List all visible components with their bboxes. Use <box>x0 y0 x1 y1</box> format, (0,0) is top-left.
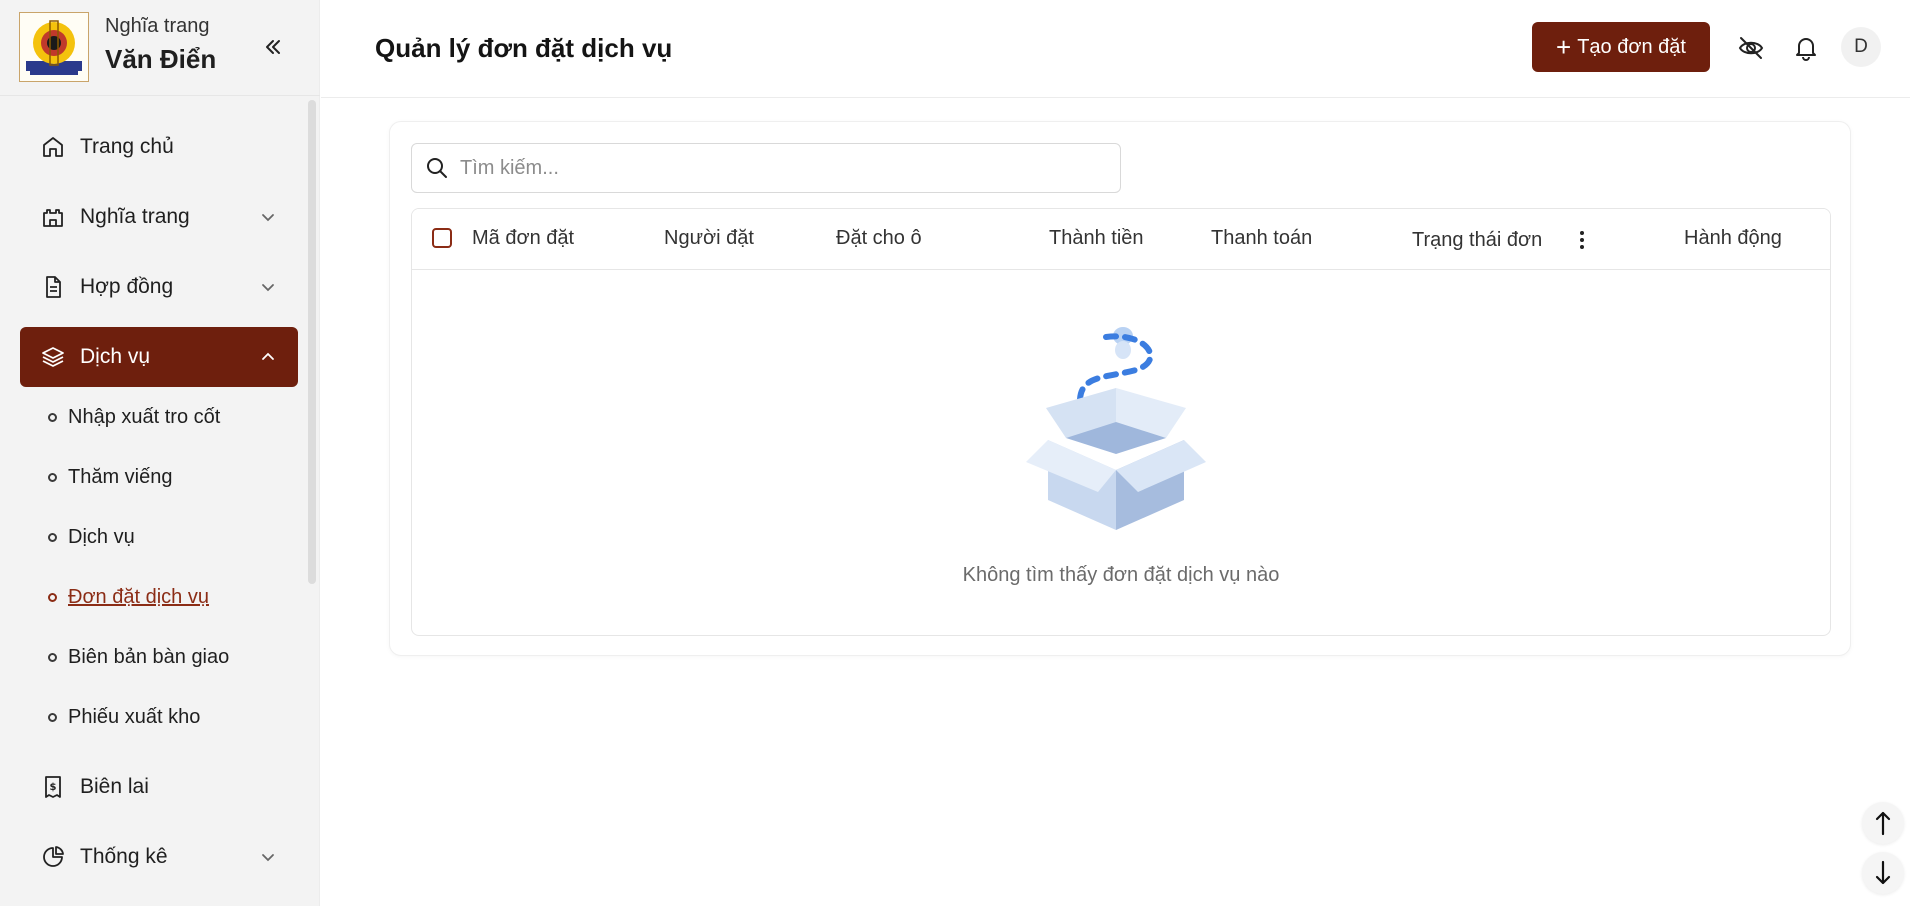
column-header-payment[interactable]: Thanh toán <box>1211 227 1312 250</box>
search-input[interactable] <box>460 156 1100 180</box>
top-header: Quản lý đơn đặt dịch vụ + Tạo đơn đặt D <box>321 0 1910 98</box>
sidebar-item-label: Thống kê <box>80 845 168 868</box>
submenu-item-warehouse-slips[interactable]: Phiếu xuất kho <box>48 700 200 734</box>
submenu-item-handover-records[interactable]: Biên bản bàn giao <box>48 640 229 674</box>
chevron-up-icon <box>258 347 278 367</box>
bell-icon <box>1796 38 1816 61</box>
pie-chart-icon <box>40 844 66 870</box>
sidebar: Nghĩa trang Văn Điển Trang chủ Nghĩa tra… <box>0 0 320 906</box>
eye-off-icon <box>1738 37 1764 59</box>
bullet-icon <box>48 592 57 602</box>
castle-icon <box>40 204 66 230</box>
bullet-icon <box>48 412 57 422</box>
cemetery-logo <box>19 12 89 82</box>
create-order-button[interactable]: + Tạo đơn đặt <box>1532 22 1710 72</box>
chevron-down-icon <box>258 847 278 867</box>
arrow-up-icon <box>1875 811 1891 836</box>
column-header-order-status[interactable]: Trạng thái đơn <box>1412 229 1542 252</box>
select-all-checkbox[interactable] <box>432 228 452 248</box>
sidebar-item-label: Hợp đồng <box>80 275 174 298</box>
column-header-orderer[interactable]: Người đặt <box>664 227 754 250</box>
submenu-item-label: Dịch vụ <box>68 525 135 548</box>
brand-line-2: Văn Điển <box>105 44 217 74</box>
sidebar-item-cemetery[interactable]: Nghĩa trang <box>20 187 298 247</box>
sidebar-item-label: Dịch vụ <box>80 345 151 368</box>
receipt-icon: $ <box>40 774 66 800</box>
user-avatar[interactable]: D <box>1841 27 1881 67</box>
bullet-icon <box>48 712 57 722</box>
column-header-amount[interactable]: Thành tiền <box>1049 227 1144 250</box>
empty-state-message: Không tìm thấy đơn đặt dịch vụ nào <box>962 564 1280 586</box>
orders-card: Mã đơn đặt Người đặt Đặt cho ô Thành tiề… <box>389 121 1851 656</box>
submenu-item-services[interactable]: Dịch vụ <box>48 520 135 554</box>
svg-text:$: $ <box>50 782 57 793</box>
sidebar-item-label: Trang chủ <box>80 135 174 158</box>
sidebar-item-contracts[interactable]: Hợp đồng <box>20 257 298 317</box>
create-order-label: Tạo đơn đặt <box>1577 35 1686 58</box>
sidebar-nav: Trang chủ Nghĩa trang Hợp đồng Dịch vụ <box>20 117 298 397</box>
arrow-down-icon <box>1875 860 1891 885</box>
orders-table: Mã đơn đặt Người đặt Đặt cho ô Thành tiề… <box>411 208 1831 636</box>
double-chevron-left-icon <box>266 40 280 54</box>
notifications-button[interactable] <box>1790 32 1822 64</box>
submenu-item-label: Biên bản bàn giao <box>68 645 230 668</box>
bullet-icon <box>48 472 57 482</box>
search-box <box>411 143 1121 193</box>
column-header-order-code[interactable]: Mã đơn đặt <box>472 227 574 250</box>
submenu-item-label: Phiếu xuất kho <box>68 705 201 728</box>
column-header-plot[interactable]: Đặt cho ô <box>836 227 922 250</box>
sidebar-scrollbar[interactable] <box>308 100 316 584</box>
column-options-button[interactable] <box>1572 229 1592 251</box>
scroll-to-bottom-button[interactable] <box>1862 852 1904 894</box>
bullet-icon <box>48 652 57 662</box>
sidebar-nav-lower: $ Biên lai Thống kê <box>20 757 298 897</box>
more-vertical-icon <box>1580 231 1584 249</box>
table-header: Mã đơn đặt Người đặt Đặt cho ô Thành tiề… <box>412 209 1830 270</box>
brand: Nghĩa trang Văn Điển <box>0 0 320 96</box>
submenu-item-service-orders[interactable]: Đơn đặt dịch vụ <box>48 580 209 614</box>
home-icon <box>40 134 66 160</box>
search-icon <box>427 158 447 178</box>
sidebar-item-label: Nghĩa trang <box>80 205 190 228</box>
empty-box-icon <box>1026 327 1206 530</box>
bullet-icon <box>48 532 57 542</box>
toggle-visibility-button[interactable] <box>1735 32 1767 64</box>
sidebar-item-label: Biên lai <box>80 775 149 798</box>
column-header-actions: Hành động <box>1684 227 1782 249</box>
empty-state: Không tìm thấy đơn đặt dịch vụ nào <box>412 270 1830 635</box>
sidebar-item-home[interactable]: Trang chủ <box>20 117 298 177</box>
chevron-down-icon <box>258 277 278 297</box>
page-title: Quản lý đơn đặt dịch vụ <box>375 33 673 63</box>
chevron-down-icon <box>258 207 278 227</box>
sidebar-item-receipts[interactable]: $ Biên lai <box>20 757 298 817</box>
submenu-item-visits[interactable]: Thăm viếng <box>48 460 173 494</box>
submenu-item-label: Thăm viếng <box>68 465 173 488</box>
layers-icon <box>40 344 66 370</box>
document-icon <box>40 274 66 300</box>
brand-line-1: Nghĩa trang <box>105 15 210 37</box>
submenu-item-ash-transfer[interactable]: Nhập xuất tro cốt <box>48 400 220 434</box>
sidebar-item-statistics[interactable]: Thống kê <box>20 827 298 887</box>
submenu-item-label: Đơn đặt dịch vụ <box>68 585 209 608</box>
scroll-to-top-button[interactable] <box>1862 802 1904 844</box>
collapse-sidebar-button[interactable] <box>258 32 288 62</box>
plus-icon: + <box>1556 32 1572 62</box>
sidebar-item-services[interactable]: Dịch vụ <box>20 327 298 387</box>
submenu-item-label: Nhập xuất tro cốt <box>68 405 221 428</box>
